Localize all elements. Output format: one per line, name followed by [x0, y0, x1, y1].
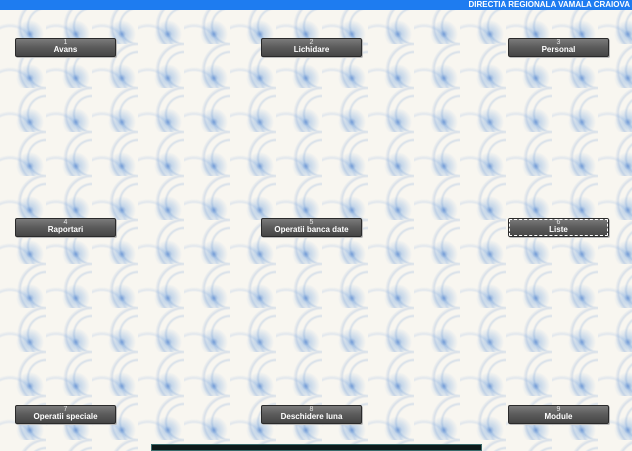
button-label: Module — [544, 412, 573, 421]
status-bar — [151, 444, 482, 451]
deschidere-luna-button[interactable]: 8 Deschidere luna — [261, 405, 362, 424]
raportari-button[interactable]: 4 Raportari — [15, 218, 116, 237]
button-label: Personal — [541, 45, 576, 54]
title-bar: DIRECTIA REGIONALA VAMALA CRAIOVA — [0, 0, 632, 10]
button-label: Lichidare — [293, 45, 330, 54]
button-label: Deschidere luna — [280, 412, 343, 421]
button-label: Raportari — [47, 225, 84, 234]
desktop-background: { "header": { "title": "DIRECTIA REGIONA… — [0, 0, 632, 451]
personal-button[interactable]: 3 Personal — [508, 38, 609, 57]
operatii-speciale-button[interactable]: 7 Operatii speciale — [15, 405, 116, 424]
button-label: Operatii speciale — [33, 412, 98, 421]
lichidare-button[interactable]: 2 Lichidare — [261, 38, 362, 57]
operatii-banca-date-button[interactable]: 5 Operatii banca date — [261, 218, 362, 237]
module-button[interactable]: 9 Module — [508, 405, 609, 424]
button-label: Operatii banca date — [274, 225, 349, 234]
button-label: Liste — [549, 225, 568, 234]
avans-button[interactable]: 1 Avans — [15, 38, 116, 57]
liste-button[interactable]: 6 Liste — [508, 218, 609, 237]
button-label: Avans — [53, 45, 78, 54]
